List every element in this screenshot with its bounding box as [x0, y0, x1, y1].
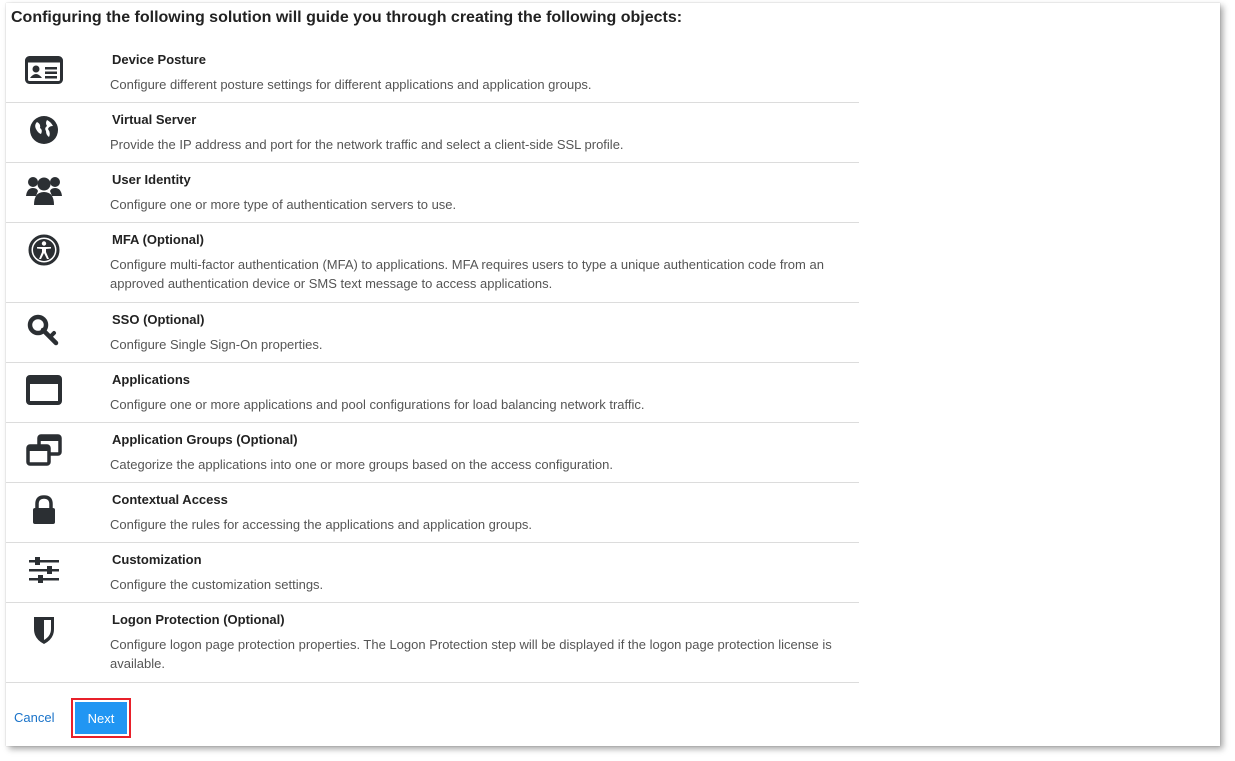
list-item-mfa: MFA (Optional) Configure multi-factor au… [6, 223, 859, 303]
item-title: Contextual Access [112, 492, 228, 507]
item-description: Configure one or more type of authentica… [110, 197, 457, 212]
key-icon [24, 313, 64, 347]
shield-icon [24, 613, 64, 647]
item-title: Application Groups (Optional) [112, 432, 298, 447]
next-button[interactable]: Next [75, 702, 127, 734]
id-card-icon [24, 53, 64, 87]
item-description: Configure one or more applications and p… [110, 397, 645, 412]
list-item-logon-protection: Logon Protection (Optional) Configure lo… [6, 603, 859, 683]
item-description: Configure Single Sign-On properties. [110, 337, 323, 352]
globe-icon [24, 113, 64, 147]
list-item-user-identity: User Identity Configure one or more type… [6, 163, 859, 223]
item-description: Configure the customization settings. [110, 577, 324, 592]
item-title: User Identity [112, 172, 191, 187]
item-title: Virtual Server [112, 112, 197, 127]
users-icon [24, 173, 64, 207]
objects-list: Device Posture Configure different postu… [6, 43, 859, 683]
item-description: Configure different posture settings for… [110, 77, 592, 92]
item-title: Logon Protection (Optional) [112, 612, 285, 627]
item-description: Configure multi-factor authentication (M… [110, 257, 824, 291]
item-description: Provide the IP address and port for the … [110, 137, 624, 152]
page-heading: Configuring the following solution will … [11, 9, 683, 26]
list-item-customization: Customization Configure the customizatio… [6, 543, 859, 603]
item-description: Configure logon page protection properti… [110, 637, 832, 671]
item-title: Applications [112, 372, 191, 387]
list-item-sso: SSO (Optional) Configure Single Sign-On … [6, 303, 859, 363]
list-item-application-groups: Application Groups (Optional) Categorize… [6, 423, 859, 483]
item-description: Categorize the applications into one or … [110, 457, 613, 472]
sliders-icon [24, 553, 64, 587]
item-title: MFA (Optional) [112, 232, 204, 247]
item-description: Configure the rules for accessing the ap… [110, 517, 533, 532]
list-item-applications: Applications Configure one or more appli… [6, 363, 859, 423]
item-title: Customization [112, 552, 202, 567]
window-icon [24, 373, 64, 407]
clone-icon [24, 433, 64, 467]
item-title: SSO (Optional) [112, 312, 205, 327]
accessibility-icon [24, 233, 64, 267]
list-item-device-posture: Device Posture Configure different postu… [6, 43, 859, 103]
item-title: Device Posture [112, 52, 206, 67]
list-item-contextual-access: Contextual Access Configure the rules fo… [6, 483, 859, 543]
cancel-link[interactable]: Cancel [14, 710, 54, 725]
solution-panel: Configuring the following solution will … [6, 3, 1220, 746]
list-item-virtual-server: Virtual Server Provide the IP address an… [6, 103, 859, 163]
next-button-highlight: Next [71, 698, 131, 738]
lock-icon [24, 493, 64, 527]
